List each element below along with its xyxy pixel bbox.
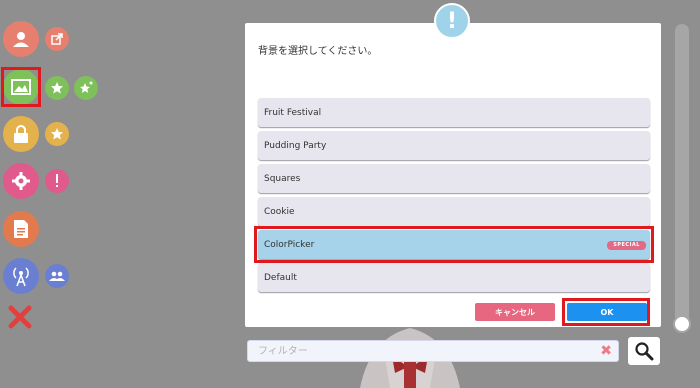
share-icon <box>51 33 63 45</box>
close-icon <box>8 305 32 329</box>
document-button[interactable] <box>3 211 39 247</box>
lock-button[interactable] <box>3 116 39 152</box>
option-label: Fruit Festival <box>264 107 322 118</box>
option-pudding-party[interactable]: Pudding Party <box>258 131 650 160</box>
scrollbar-thumb[interactable] <box>673 315 691 333</box>
group-button[interactable] <box>45 264 69 288</box>
cancel-button[interactable]: キャンセル <box>475 303 555 321</box>
exclamation-icon: ! <box>446 8 458 34</box>
option-label: Squares <box>264 173 301 184</box>
document-icon <box>14 220 28 238</box>
lock-icon <box>14 125 28 143</box>
clear-icon[interactable]: ✖ <box>600 343 612 359</box>
option-label: Default <box>264 272 297 283</box>
option-squares[interactable]: Squares <box>258 164 650 193</box>
star-sparkle-icon <box>80 81 93 93</box>
dialog-message: 背景を選択してください。 <box>258 46 378 57</box>
star-icon <box>51 128 63 140</box>
group-icon <box>49 271 65 281</box>
broadcast-tower-icon <box>13 267 29 287</box>
filter-input[interactable] <box>256 344 590 358</box>
background-button-highlight <box>1 67 41 107</box>
broadcast-button[interactable] <box>3 258 39 294</box>
star-icon <box>51 82 63 94</box>
option-label: Cookie <box>264 206 295 217</box>
lock-star-button[interactable] <box>45 122 69 146</box>
settings-button[interactable] <box>3 163 39 199</box>
close-button[interactable] <box>8 305 32 333</box>
search-icon <box>635 342 654 361</box>
search-button[interactable] <box>628 337 660 365</box>
star-button[interactable] <box>45 76 69 100</box>
vertical-scrollbar[interactable] <box>675 24 689 324</box>
option-default[interactable]: Default <box>258 263 650 292</box>
filter-box: ✖ <box>247 340 619 362</box>
option-cookie[interactable]: Cookie <box>258 197 650 226</box>
option-label: Pudding Party <box>264 140 327 151</box>
gear-icon <box>12 172 30 190</box>
exclamation-button[interactable] <box>45 169 69 193</box>
star-sparkle-button[interactable] <box>74 76 98 100</box>
user-icon <box>13 32 29 47</box>
ok-button-highlight <box>562 298 650 326</box>
colorpicker-highlight <box>254 226 654 263</box>
share-button[interactable] <box>45 27 69 51</box>
alert-badge: ! <box>434 3 470 39</box>
user-button[interactable] <box>3 21 39 57</box>
exclamation-icon <box>56 174 58 187</box>
option-fruit-festival[interactable]: Fruit Festival <box>258 98 650 127</box>
